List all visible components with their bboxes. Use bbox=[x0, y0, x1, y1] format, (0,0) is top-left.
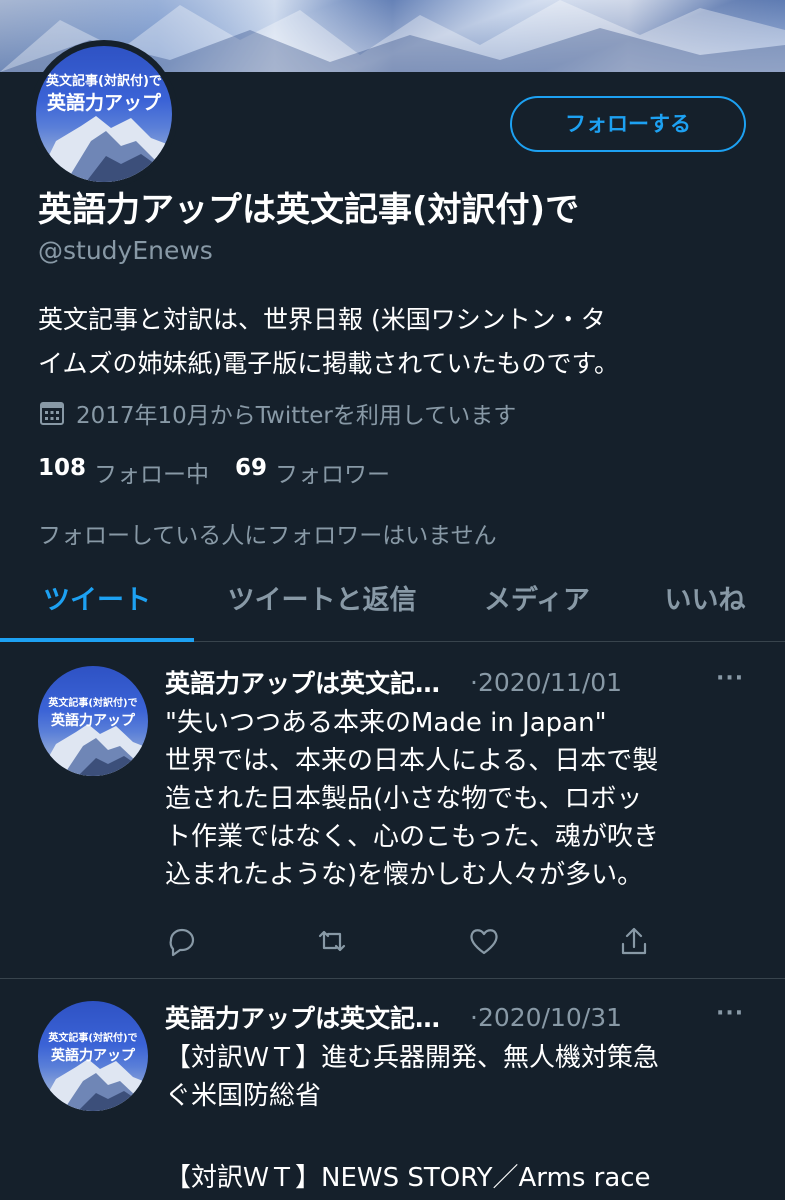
calendar-icon bbox=[40, 402, 64, 425]
avatar-text-line1: 英文記事(対訳付)で bbox=[46, 74, 162, 89]
tweet-header: 英語力アップは英文記… ·2020/11/01 bbox=[165, 664, 622, 700]
more-options-icon[interactable]: ··· bbox=[716, 1001, 744, 1026]
tweet-avatar[interactable]: 英文記事(対訳付)で 英語力アップ bbox=[38, 1001, 148, 1111]
more-options-icon[interactable]: ··· bbox=[716, 666, 744, 691]
tab-tweets-and-replies[interactable]: ツイートと返信 bbox=[204, 570, 440, 642]
followers-label[interactable]: フォロワー bbox=[275, 455, 390, 489]
tab-tweets[interactable]: ツイート bbox=[0, 570, 194, 642]
tweet-author-name[interactable]: 英語力アップは英文記… bbox=[165, 664, 440, 700]
tweet[interactable]: 英文記事(対訳付)で 英語力アップ 英語力アップは英文記… ·2020/10/3… bbox=[0, 979, 785, 1200]
profile-tabs: ツイート ツイートと返信 メディア いいね bbox=[0, 570, 785, 642]
retweet-icon[interactable] bbox=[315, 924, 349, 958]
no-mutual-followers-text: フォローしている人にフォロワーはいません bbox=[38, 523, 497, 549]
avatar-text-line2: 英語力アップ bbox=[51, 713, 135, 729]
joined-text: 2017年10月からTwitterを利用しています bbox=[76, 403, 517, 429]
avatar-text-line1: 英文記事(対訳付)で bbox=[48, 1033, 138, 1044]
reply-icon[interactable] bbox=[165, 924, 199, 958]
tweet[interactable]: 英文記事(対訳付)で 英語力アップ 英語力アップは英文記… ·2020/11/0… bbox=[0, 642, 785, 978]
tweet-text-line bbox=[165, 1115, 765, 1153]
tab-likes[interactable]: いいね bbox=[640, 570, 770, 642]
profile-avatar[interactable]: 英文記事(対訳付)で 英語力アップ bbox=[30, 40, 178, 188]
share-icon[interactable] bbox=[617, 924, 651, 958]
tweet-date[interactable]: ·2020/11/01 bbox=[470, 668, 622, 697]
tweet-text-line: 世界では、本来の日本人による、日本で製 bbox=[165, 746, 659, 776]
tweet-text-line: 【対訳ＷＴ】進む兵器開発、無人機対策急 bbox=[165, 1043, 660, 1073]
tweet-avatar[interactable]: 英文記事(対訳付)で 英語力アップ bbox=[38, 666, 148, 776]
bio-line: イムズの姉妹紙)電子版に掲載されていたものです。 bbox=[38, 349, 620, 378]
tweet-text-line: "失いつつある本来のMade in Japan" bbox=[165, 708, 607, 738]
following-label[interactable]: フォロー中 bbox=[94, 455, 209, 489]
tweet-text-line: 【対訳ＷＴ】NEWS STORY／Arms race bbox=[165, 1163, 651, 1193]
user-handle: @studyEnews bbox=[38, 236, 213, 265]
tweet-text-line: ト作業ではなく、心のこもった、魂が吹き bbox=[165, 822, 660, 852]
avatar-text-line2: 英語力アップ bbox=[51, 1048, 135, 1064]
avatar-text-line2: 英語力アップ bbox=[46, 92, 161, 114]
joined-date: 2017年10月からTwitterを利用しています bbox=[38, 396, 516, 430]
like-icon[interactable] bbox=[467, 924, 501, 958]
tweet-text-line: 造された日本製品(小さな物でも、ロボッ bbox=[165, 784, 643, 814]
tweet-date[interactable]: ·2020/10/31 bbox=[470, 1003, 622, 1032]
tweet-header: 英語力アップは英文記… ·2020/10/31 bbox=[165, 999, 622, 1035]
tab-media[interactable]: メディア bbox=[462, 570, 612, 642]
tweet-text: "失いつつある本来のMade in Japan" 世界では、本来の日本人による、… bbox=[165, 704, 765, 894]
tweet-text: 【対訳ＷＴ】進む兵器開発、無人機対策急 ぐ米国防総省 【対訳ＷＴ】NEWS ST… bbox=[165, 1039, 765, 1197]
tweet-text-line: 込まれたような)を懐かしむ人々が多い。 bbox=[165, 860, 644, 890]
followers-count[interactable]: 69 bbox=[235, 455, 267, 489]
following-count[interactable]: 108 bbox=[38, 455, 86, 489]
display-name: 英語力アップは英文記事(対訳付)で bbox=[38, 190, 580, 230]
tweet-actions bbox=[165, 924, 665, 960]
follow-counts: 108 フォロー中 69 フォロワー bbox=[38, 455, 408, 489]
bio-line: 英文記事と対訳は、世界日報 (米国ワシントン・タ bbox=[38, 305, 606, 334]
tweet-author-name[interactable]: 英語力アップは英文記… bbox=[165, 999, 440, 1035]
profile-page: 英文記事(対訳付)で 英語力アップ フォローする 英語力アップは英文記事(対訳付… bbox=[0, 0, 785, 1200]
avatar-text-line1: 英文記事(対訳付)で bbox=[48, 698, 138, 709]
profile-bio: 英文記事と対訳は、世界日報 (米国ワシントン・タ イムズの姉妹紙)電子版に掲載さ… bbox=[38, 298, 758, 386]
follow-button[interactable]: フォローする bbox=[510, 96, 746, 152]
tweet-text-line: ぐ米国防総省 bbox=[165, 1081, 322, 1111]
